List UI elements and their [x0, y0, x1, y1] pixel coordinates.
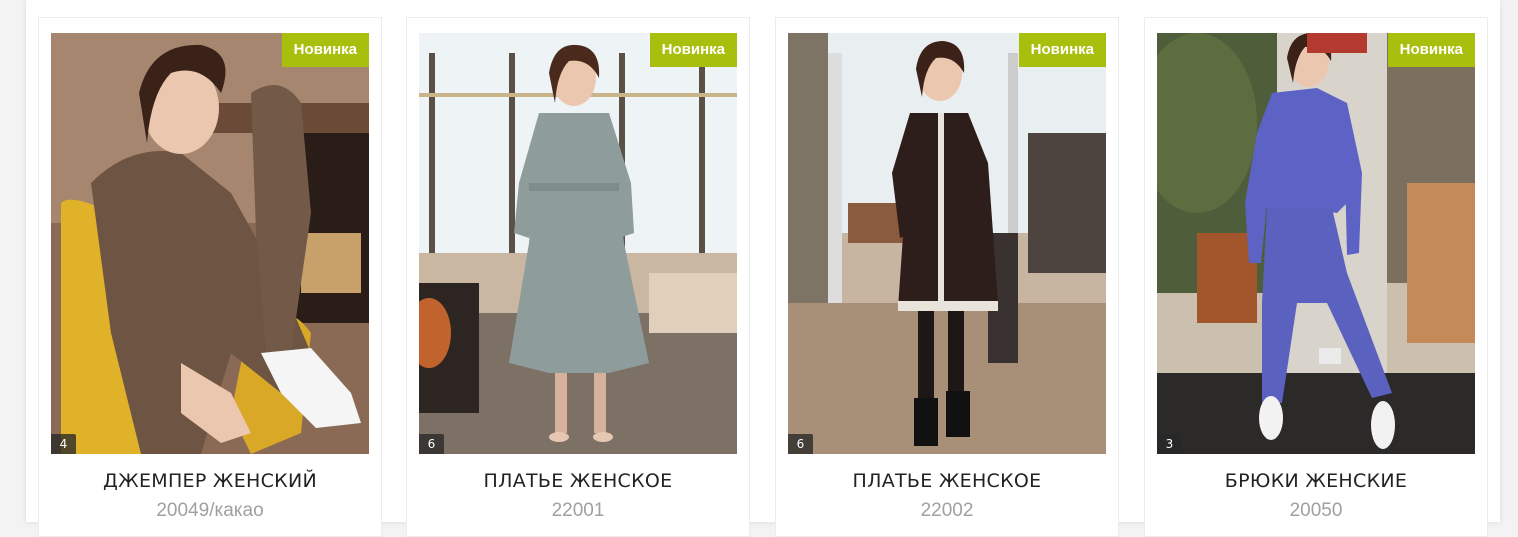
product-image[interactable]: Новинка 4 — [51, 33, 369, 454]
product-sku: 20050 — [1289, 500, 1343, 521]
product-sku: 22002 — [920, 500, 974, 521]
new-badge: Новинка — [1387, 33, 1475, 67]
product-image[interactable]: Новинка 6 — [419, 33, 737, 454]
new-badge: Новинка — [1018, 33, 1106, 67]
new-badge: Новинка — [281, 33, 369, 67]
product-sku: 20049/какао — [156, 500, 264, 521]
product-title[interactable]: ДЖЕМПЕР ЖЕНСКИЙ — [39, 470, 381, 492]
product-card[interactable]: Новинка 6 ПЛАТЬЕ ЖЕНСКОЕ 22002 — [775, 17, 1119, 537]
product-image[interactable]: Новинка 3 — [1157, 33, 1475, 454]
product-grid: Новинка 4 ДЖЕМПЕР ЖЕНСКИЙ 20049/какао Но… — [26, 0, 1500, 537]
photo-count: 6 — [788, 434, 813, 454]
product-card[interactable]: Новинка 6 ПЛАТЬЕ ЖЕНСКОЕ 22001 — [406, 17, 750, 537]
photo-count: 4 — [51, 434, 76, 454]
product-card[interactable]: Новинка 3 БРЮКИ ЖЕНСКИЕ 20050 — [1144, 17, 1488, 537]
product-card[interactable]: Новинка 4 ДЖЕМПЕР ЖЕНСКИЙ 20049/какао — [38, 17, 382, 537]
product-title[interactable]: ПЛАТЬЕ ЖЕНСКОЕ — [407, 470, 749, 492]
product-image[interactable]: Новинка 6 — [788, 33, 1106, 454]
product-sku: 22001 — [551, 500, 605, 521]
product-title[interactable]: ПЛАТЬЕ ЖЕНСКОЕ — [776, 470, 1118, 492]
new-badge: Новинка — [649, 33, 737, 67]
photo-count: 6 — [419, 434, 444, 454]
product-title[interactable]: БРЮКИ ЖЕНСКИЕ — [1145, 470, 1487, 492]
photo-count: 3 — [1157, 434, 1182, 454]
